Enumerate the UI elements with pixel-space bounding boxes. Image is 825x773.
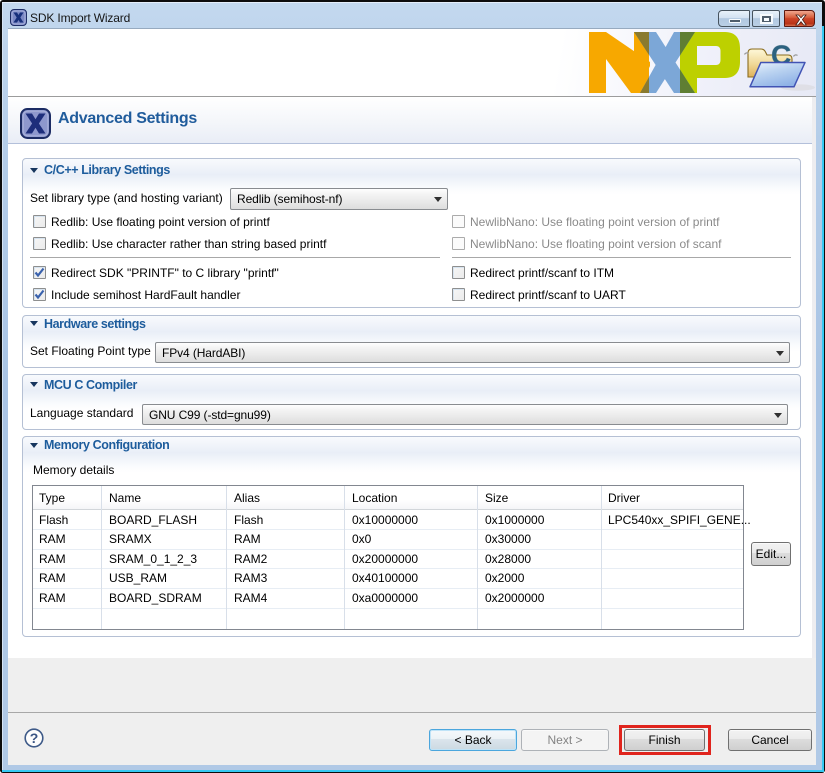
svg-text:?: ? bbox=[30, 730, 39, 746]
